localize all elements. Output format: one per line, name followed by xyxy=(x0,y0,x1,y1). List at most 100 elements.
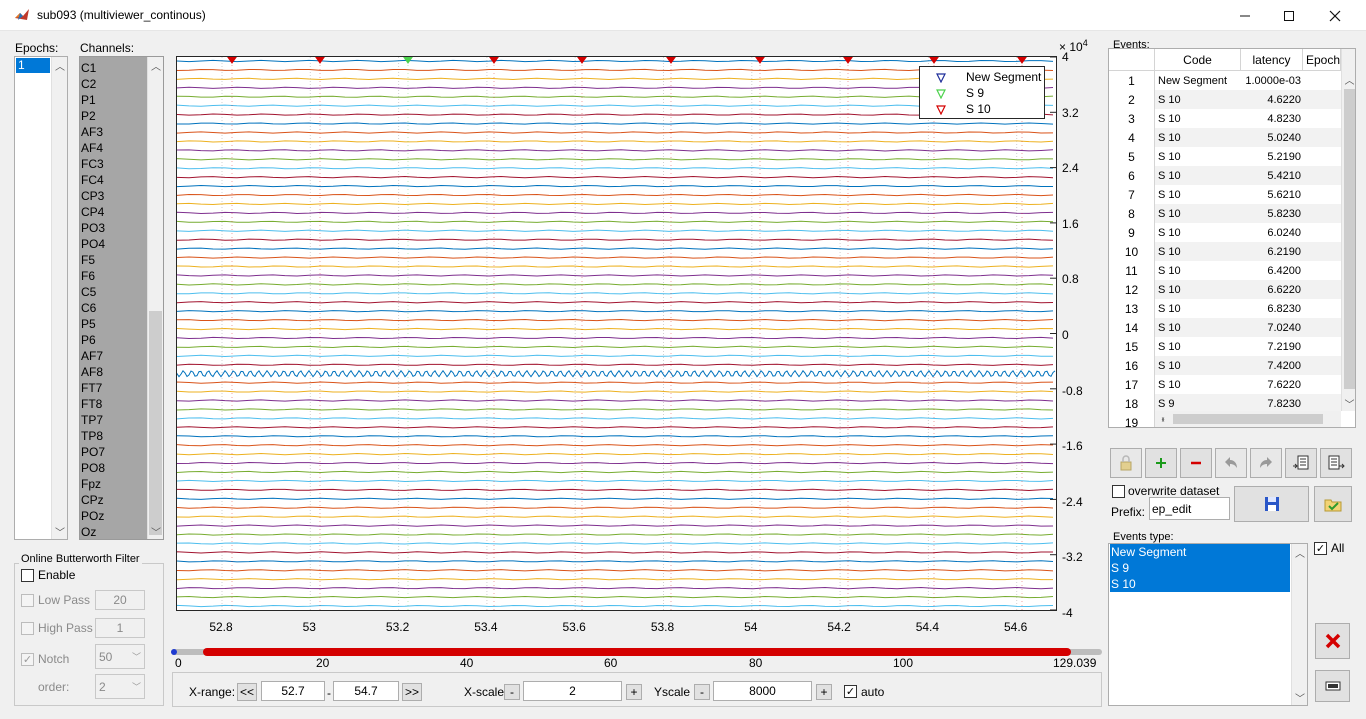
notch-checkbox[interactable]: ✓ xyxy=(21,653,34,666)
export-events-button[interactable] xyxy=(1320,448,1352,478)
scroll-down-icon[interactable]: ﹀ xyxy=(1292,689,1308,705)
apply-button[interactable] xyxy=(1314,486,1352,522)
channel-item[interactable]: FT8 xyxy=(81,396,102,412)
channel-item[interactable]: FC4 xyxy=(81,172,104,188)
table-row[interactable]: 4S 10 5.0240 xyxy=(1109,128,1341,147)
epochs-list[interactable]: 1 ︿ ﹀ xyxy=(14,56,68,540)
scroll-down-icon[interactable]: ﹀ xyxy=(1342,395,1355,411)
scroll-up-icon[interactable]: ︿ xyxy=(1292,544,1308,560)
maximize-button[interactable] xyxy=(1266,0,1312,31)
slider-window[interactable] xyxy=(203,648,1071,656)
events-type-scrollbar[interactable]: ︿ ﹀ xyxy=(1291,544,1307,705)
table-row[interactable]: 2S 10 4.6220 xyxy=(1109,90,1341,109)
channel-item[interactable]: Oz xyxy=(81,524,96,540)
event-latency-cell[interactable]: 6.2190 xyxy=(1241,242,1301,261)
scroll-down-icon[interactable]: ﹀ xyxy=(52,523,68,539)
table-row[interactable]: 6S 10 5.4210 xyxy=(1109,166,1341,185)
xrange-from-input[interactable]: 52.7 xyxy=(261,681,325,701)
events-table[interactable]: Code latency Epoch 1 New Segment 1.0000e-0… xyxy=(1108,48,1356,428)
table-row[interactable]: 9S 10 6.0240 xyxy=(1109,223,1341,242)
table-row[interactable]: 10 S 10 6.2190 xyxy=(1109,242,1341,261)
scroll-right-icon[interactable]: › xyxy=(1155,411,1171,427)
table-row[interactable]: 17 S 10 7.6220 xyxy=(1109,375,1341,394)
xscale-input[interactable]: 2 xyxy=(523,681,622,701)
add-event-button[interactable] xyxy=(1145,448,1177,478)
channel-item[interactable]: P1 xyxy=(81,92,96,108)
scroll-thumb[interactable] xyxy=(1344,89,1355,389)
channel-item[interactable]: AF7 xyxy=(81,348,103,364)
channel-item[interactable]: FT7 xyxy=(81,380,102,396)
channel-item[interactable]: P6 xyxy=(81,332,96,348)
yscale-input[interactable]: 8000 xyxy=(713,681,812,701)
epoch-item[interactable]: 1 xyxy=(16,58,50,73)
xscale-minus-button[interactable]: - xyxy=(504,684,520,700)
channel-item[interactable]: C1 xyxy=(81,60,96,76)
event-latency-cell[interactable]: 7.2190 xyxy=(1241,337,1301,356)
event-latency-cell[interactable]: 5.4210 xyxy=(1241,166,1301,185)
scroll-down-icon[interactable]: ﹀ xyxy=(148,523,164,539)
event-code-cell[interactable]: S 10 xyxy=(1158,147,1241,166)
order-select[interactable]: 2 ﹀ xyxy=(95,674,145,699)
event-latency-cell[interactable]: 1.0000e-03 xyxy=(1241,71,1301,90)
table-row[interactable]: 11 S 10 6.4200 xyxy=(1109,261,1341,280)
table-row[interactable]: 14 S 10 7.0240 xyxy=(1109,318,1341,337)
high-pass-checkbox[interactable] xyxy=(21,622,34,635)
h-scroll-thumb[interactable] xyxy=(1173,414,1323,424)
event-code-cell[interactable]: S 10 xyxy=(1158,242,1241,261)
import-events-button[interactable] xyxy=(1285,448,1317,478)
table-row[interactable]: 15 S 10 7.2190 xyxy=(1109,337,1341,356)
yscale-plus-button[interactable]: + xyxy=(816,684,832,700)
channel-item[interactable]: Fpz xyxy=(81,476,101,492)
channel-item[interactable]: TP8 xyxy=(81,428,103,444)
channels-list[interactable]: C1 C2 P1 P2 AF3 AF4 FC3 FC4 CP3 CP4 PO3 PO4 F5 F6 C5 C6… xyxy=(79,56,164,540)
channel-item[interactable]: P5 xyxy=(81,316,96,332)
events-type-item[interactable]: New Segment xyxy=(1110,544,1290,560)
plot-legend[interactable]: New Segment S 9 S 10 xyxy=(919,66,1045,119)
event-code-cell[interactable]: S 10 xyxy=(1158,261,1241,280)
yscale-minus-button[interactable]: - xyxy=(694,684,710,700)
all-events-checkbox[interactable]: ✓ xyxy=(1314,542,1327,555)
column-header-code[interactable]: Code xyxy=(1155,49,1241,71)
lock-button[interactable] xyxy=(1110,448,1142,478)
time-slider[interactable] xyxy=(171,648,1102,656)
high-pass-input[interactable]: 1 xyxy=(95,618,145,638)
channel-item[interactable]: PO7 xyxy=(81,444,105,460)
event-code-cell[interactable]: S 10 xyxy=(1158,356,1241,375)
event-latency-cell[interactable]: 4.8230 xyxy=(1241,109,1301,128)
channel-item[interactable]: AF4 xyxy=(81,140,103,156)
eeg-plot-area[interactable] xyxy=(176,56,1057,611)
events-type-list[interactable]: New Segment S 9 S 10 ︿ ﹀ xyxy=(1108,543,1308,706)
channel-item[interactable]: AF3 xyxy=(81,124,103,140)
event-code-cell[interactable]: S 10 xyxy=(1158,375,1241,394)
auto-checkbox[interactable]: ✓ xyxy=(844,685,857,698)
xrange-to-input[interactable]: 54.7 xyxy=(333,681,399,701)
channel-item[interactable]: AF8 xyxy=(81,364,103,380)
table-row[interactable]: 16 S 10 7.4200 xyxy=(1109,356,1341,375)
low-pass-checkbox[interactable] xyxy=(21,594,34,607)
column-header-latency[interactable]: latency xyxy=(1241,49,1303,71)
event-latency-cell[interactable]: 6.4200 xyxy=(1241,261,1301,280)
event-code-cell[interactable]: S 10 xyxy=(1158,280,1241,299)
channel-item[interactable]: FC3 xyxy=(81,156,104,172)
remove-event-button[interactable] xyxy=(1180,448,1212,478)
event-latency-cell[interactable]: 7.0240 xyxy=(1241,318,1301,337)
channel-item[interactable]: PO3 xyxy=(81,220,105,236)
channel-item[interactable]: C2 xyxy=(81,76,96,92)
event-code-cell[interactable]: New Segment xyxy=(1158,71,1241,90)
scroll-thumb[interactable] xyxy=(149,311,162,535)
channel-item[interactable]: F6 xyxy=(81,268,95,284)
xscale-plus-button[interactable]: + xyxy=(626,684,642,700)
table-row[interactable]: 3S 10 4.8230 xyxy=(1109,109,1341,128)
events-h-scrollbar[interactable]: ‹ › xyxy=(1155,411,1341,427)
event-latency-cell[interactable]: 6.0240 xyxy=(1241,223,1301,242)
channel-item[interactable]: CP3 xyxy=(81,188,104,204)
event-code-cell[interactable]: S 10 xyxy=(1158,109,1241,128)
xrange-next-button[interactable]: >> xyxy=(402,683,422,701)
event-latency-cell[interactable]: 7.4200 xyxy=(1241,356,1301,375)
delete-events-button[interactable] xyxy=(1315,623,1350,659)
table-row[interactable]: 8S 10 5.8230 xyxy=(1109,204,1341,223)
table-row[interactable]: 5S 10 5.2190 xyxy=(1109,147,1341,166)
keyboard-button[interactable] xyxy=(1315,670,1350,702)
event-latency-cell[interactable]: 7.6220 xyxy=(1241,375,1301,394)
event-latency-cell[interactable]: 6.8230 xyxy=(1241,299,1301,318)
